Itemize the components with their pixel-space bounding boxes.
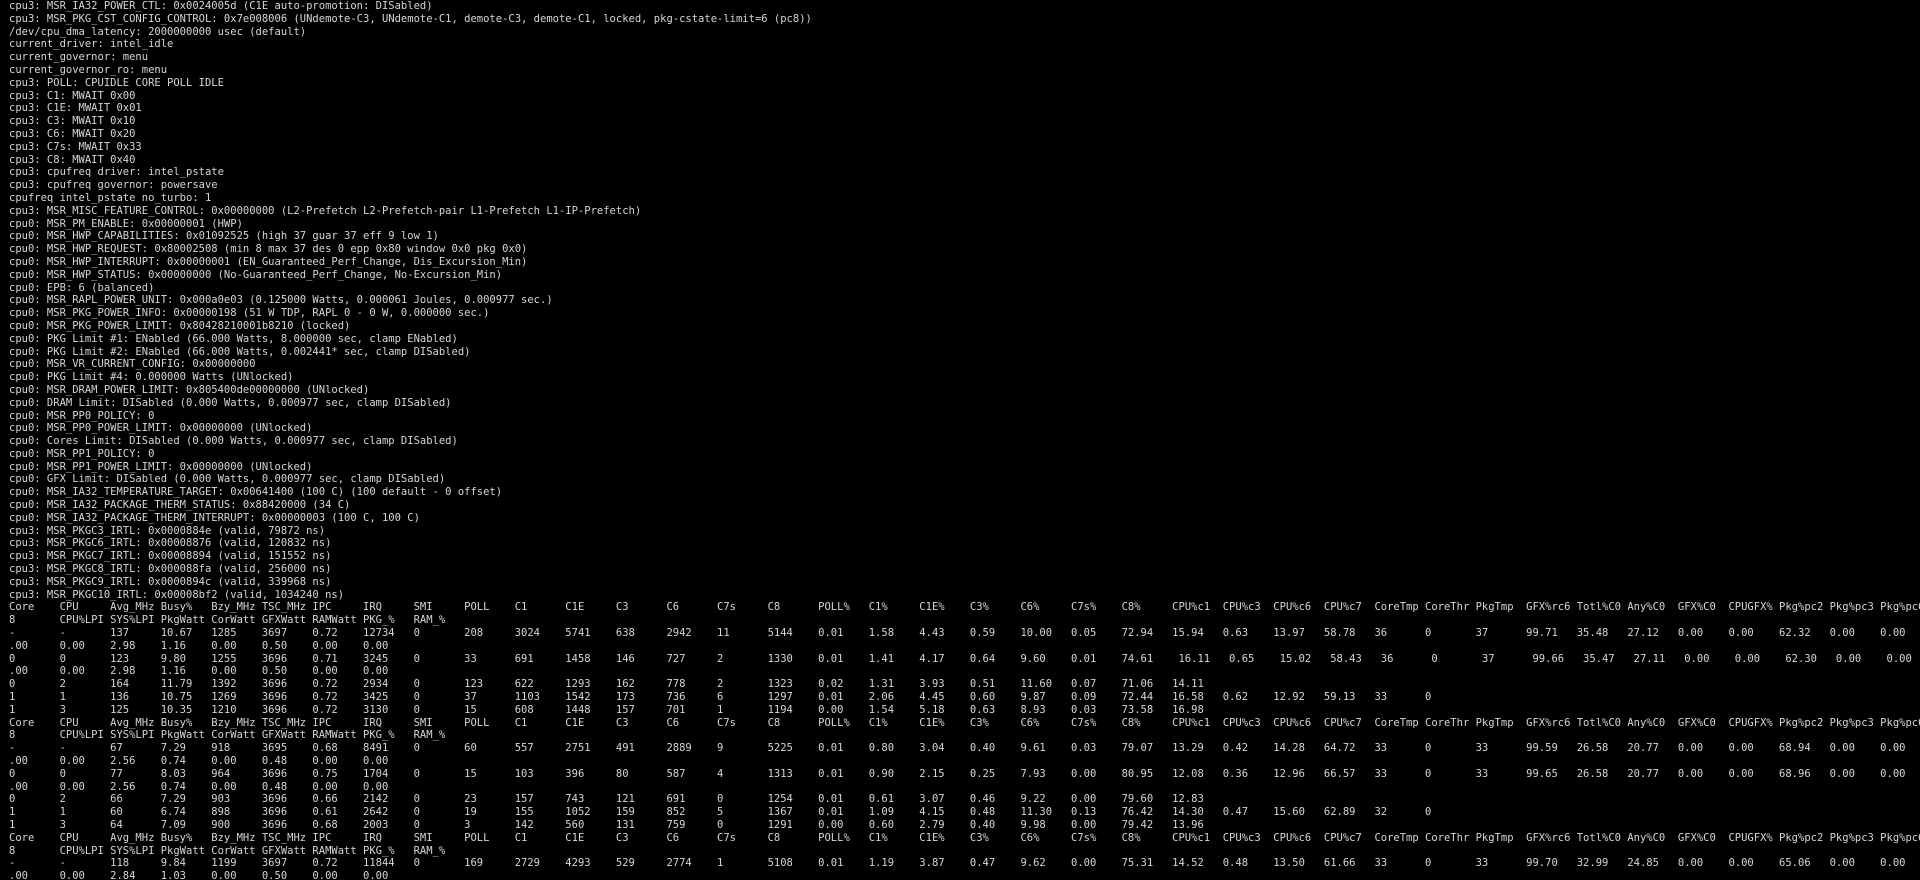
terminal-line: cpu3: MSR_PKGC3_IRTL: 0x0000884e (valid,… [9,524,326,537]
terminal-line: cpu0: EPB: 6 (balanced) [9,281,155,294]
terminal-line: - - 67 7.29 918 3695 0.68 8491 0 60 557 … [9,742,1920,755]
terminal-line: cpu3: C1: MWAIT 0x00 [9,89,136,102]
terminal-line: cpu3: C7s: MWAIT 0x33 [9,140,142,153]
terminal-line: 1 3 125 10.35 1210 3696 0.72 3130 0 15 6… [9,703,1204,716]
terminal-line: cpu3: cpufreq governor: powersave [9,179,218,192]
terminal-line: cpu0: MSR_PP0_POLICY: 0 [9,409,155,422]
terminal-line: cpu3: C6: MWAIT 0x20 [9,127,136,140]
terminal-line: cpu3: C3: MWAIT 0x10 [9,115,136,128]
terminal-line: cpu0: MSR_HWP_INTERRUPT: 0x00000001 (EN_… [9,255,528,268]
terminal-line: current_driver: intel_idle [9,38,174,51]
terminal-line: cpu3: POLL: CPUIDLE CORE POLL IDLE [9,76,224,89]
terminal-line: .00 0.00 2.56 0.74 0.00 0.48 0.00 0.00 [9,780,389,793]
terminal-line: /dev/cpu_dma_latency: 2000000000 usec (d… [9,25,307,38]
terminal-line: cpufreq intel_pstate no_turbo: 1 [9,191,212,204]
terminal-line: .00 0.00 2.84 1.03 0.00 0.50 0.00 0.00 [9,870,389,880]
terminal-line: current_governor_ro: menu [9,63,168,76]
terminal-window[interactable]: cpu3: MSR_IA32_POWER_CTL: 0x0024005d (C1… [0,0,1920,880]
terminal-line: 8 CPU%LPI SYS%LPI PkgWatt CorWatt GFXWat… [9,614,446,627]
terminal-line: cpu3: MSR_PKGC7_IRTL: 0x00008894 (valid,… [9,550,332,563]
terminal-line: cpu3: C1E: MWAIT 0x01 [9,102,142,115]
terminal-line: cpu3: MSR_PKGC8_IRTL: 0x000088fa (valid,… [9,563,332,576]
terminal-line: cpu0: Cores Limit: DISabled (0.000 Watts… [9,435,458,448]
terminal-line: Core CPU Avg_MHz Busy% Bzy_MHz TSC_MHz I… [9,831,1920,844]
terminal-line: cpu0: MSR_RAPL_POWER_UNIT: 0x000a0e03 (0… [9,294,553,307]
terminal-line: cpu3: MSR_PKGC6_IRTL: 0x00008876 (valid,… [9,537,332,550]
terminal-line: .00 0.00 2.98 1.16 0.00 0.50 0.00 0.00 [9,665,389,678]
terminal-line: Core CPU Avg_MHz Busy% Bzy_MHz TSC_MHz I… [9,601,1920,614]
terminal-line: cpu3: cpufreq driver: intel_pstate [9,166,224,179]
terminal-line: - - 118 9.84 1199 3697 0.72 11844 0 169 … [9,857,1920,870]
terminal-line: Core CPU Avg_MHz Busy% Bzy_MHz TSC_MHz I… [9,716,1920,729]
terminal-line: cpu0: MSR_VR_CURRENT_CONFIG: 0x00000000 [9,358,256,371]
terminal-line: cpu0: MSR_HWP_STATUS: 0x00000000 (No-Gua… [9,268,503,281]
terminal-line: cpu0: MSR_PP1_POLICY: 0 [9,447,155,460]
terminal-line: cpu0: PKG Limit #2: ENabled (66.000 Watt… [9,345,471,358]
terminal-line: cpu0: MSR_PM_ENABLE: 0x00000001 (HWP) [9,217,243,230]
terminal-line: 0 2 66 7.29 903 3696 0.66 2142 0 23 157 … [9,793,1204,806]
terminal-line: 0 0 123 9.80 1255 3696 0.71 3245 0 33 69… [9,652,1920,665]
terminal-line: cpu0: MSR_PP1_POWER_LIMIT: 0x00000000 (U… [9,460,313,473]
terminal-line: cpu3: MSR_PKG_CST_CONFIG_CONTROL: 0x7e00… [9,12,812,25]
terminal-line: cpu3: MSR_PKGC10_IRTL: 0x00008bf2 (valid… [9,588,345,601]
terminal-line: current_governor: menu [9,51,149,64]
terminal-line: cpu0: PKG Limit #1: ENabled (66.000 Watt… [9,332,458,345]
terminal-line: cpu0: MSR_PKG_POWER_INFO: 0x00000198 (51… [9,307,490,320]
terminal-line: 1 1 60 6.74 898 3696 0.61 2642 0 19 155 … [9,806,1432,819]
terminal-line: cpu3: MSR_PKGC9_IRTL: 0x0000894c (valid,… [9,575,332,588]
terminal-line: cpu0: MSR_HWP_REQUEST: 0x80002508 (min 8… [9,243,528,256]
terminal-line: cpu0: GFX Limit: DISabled (0.000 Watts, … [9,473,446,486]
terminal-line: 0 2 164 11.79 1392 3696 0.72 2934 0 123 … [9,678,1204,691]
terminal-line: cpu0: MSR_PP0_POWER_LIMIT: 0x00000000 (U… [9,422,313,435]
terminal-line: cpu3: C8: MWAIT 0x40 [9,153,136,166]
terminal-line: .00 0.00 2.98 1.16 0.00 0.50 0.00 0.00 [9,639,389,652]
terminal-line: cpu3: MSR_IA32_POWER_CTL: 0x0024005d (C1… [9,0,433,12]
terminal-line: cpu0: MSR_PKG_POWER_LIMIT: 0x80428210001… [9,319,351,332]
terminal-line: cpu0: DRAM Limit: DISabled (0.000 Watts,… [9,396,452,409]
terminal-line: cpu0: MSR_IA32_PACKAGE_THERM_INTERRUPT: … [9,511,420,524]
terminal-line: 1 1 136 10.75 1269 3696 0.72 3425 0 37 1… [9,691,1432,704]
terminal-line: cpu0: PKG Limit #4: 0.000000 Watts (UNlo… [9,371,294,384]
terminal-line: - - 137 10.67 1285 3697 0.72 12734 0 208… [9,627,1920,640]
terminal-line: 8 CPU%LPI SYS%LPI PkgWatt CorWatt GFXWat… [9,844,446,857]
terminal-line: 8 CPU%LPI SYS%LPI PkgWatt CorWatt GFXWat… [9,729,446,742]
terminal-line: cpu0: MSR_HWP_CAPABILITIES: 0x01092525 (… [9,230,439,243]
terminal-line: cpu0: MSR_IA32_PACKAGE_THERM_STATUS: 0x8… [9,499,351,512]
terminal-line: 0 0 77 8.03 964 3696 0.75 1704 0 15 103 … [9,767,1920,780]
terminal-line: cpu3: MSR_MISC_FEATURE_CONTROL: 0x000000… [9,204,642,217]
terminal-line: 1 3 64 7.09 900 3696 0.68 2003 0 3 142 5… [9,819,1204,831]
terminal-line: cpu0: MSR_DRAM_POWER_LIMIT: 0x805400de00… [9,383,370,396]
terminal-line: .00 0.00 2.56 0.74 0.00 0.48 0.00 0.00 [9,755,389,768]
terminal-line: cpu0: MSR_IA32_TEMPERATURE_TARGET: 0x006… [9,486,503,499]
terminal-output: cpu3: MSR_IA32_POWER_CTL: 0x0024005d (C1… [9,0,1920,880]
